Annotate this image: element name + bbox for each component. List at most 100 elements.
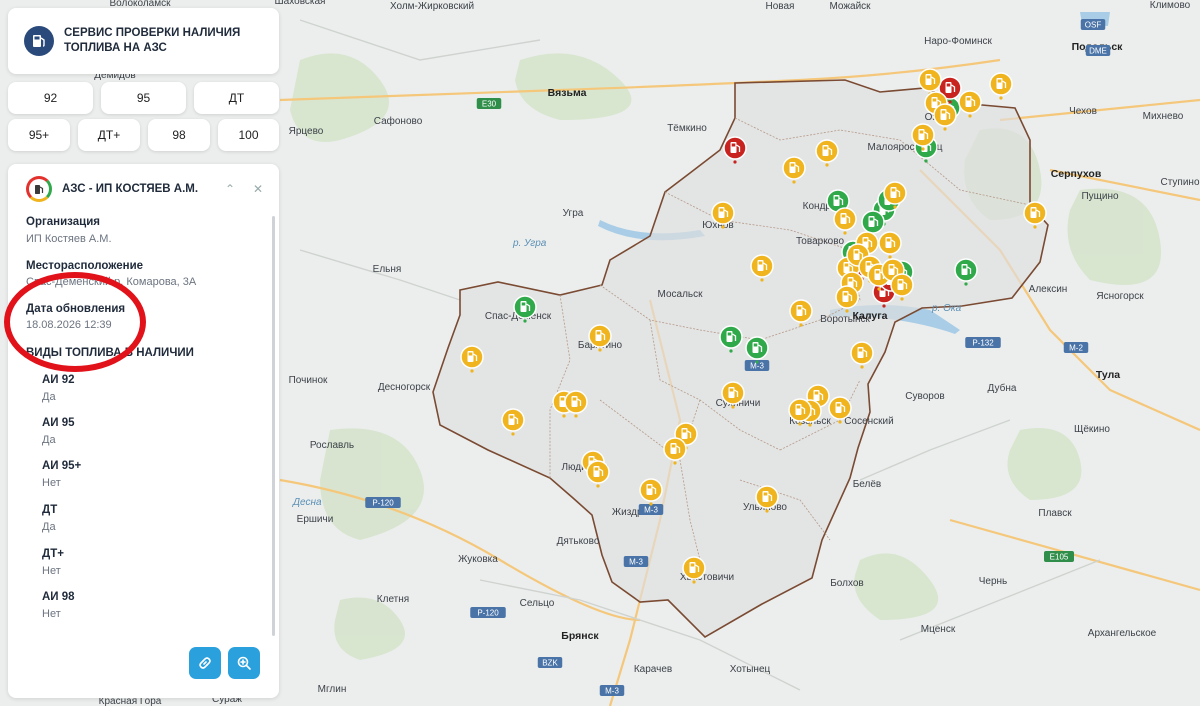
river-label: р. Угра (512, 238, 547, 249)
place-label: Вязьма (548, 87, 587, 99)
fuel-filter-98[interactable]: 98 (148, 119, 210, 151)
place-label: Болхов (830, 578, 864, 589)
fuel-status: Нет (42, 477, 61, 489)
place-label: Ершичи (297, 514, 334, 525)
place-label: Суворов (905, 391, 944, 402)
place-label: Можайск (829, 1, 871, 12)
road-shield: P-132 (965, 337, 1001, 348)
place-label: Клетня (377, 594, 409, 605)
zoom-to-station-button[interactable] (228, 647, 260, 679)
place-label: Чехов (1069, 106, 1097, 117)
station-logo-icon (26, 176, 52, 202)
fuel-filter-dtplus[interactable]: ДТ+ (78, 119, 140, 151)
svg-text:M-3: M-3 (629, 558, 643, 567)
place-label: Мосальск (658, 289, 704, 300)
river-label: р. Ока (931, 303, 962, 314)
fuel-name: ДТ+ (42, 548, 64, 560)
place-label: Угра (563, 208, 584, 219)
place-label: Ельня (373, 264, 402, 275)
road-shield: M-3 (623, 556, 649, 567)
fuel-name: АИ 95 (42, 417, 75, 429)
place-label: Наро-Фоминск (924, 36, 992, 47)
river-label: Десна (292, 497, 322, 508)
svg-text:OSF: OSF (1085, 21, 1102, 30)
place-label: Дубна (988, 382, 1017, 394)
svg-text:P-120: P-120 (372, 499, 394, 508)
org-value: ИП Костяев А.М. (26, 233, 112, 245)
station-name: АЗС - ИП КОСТЯЕВ А.М. (62, 183, 199, 195)
place-label: Ярцево (289, 126, 324, 137)
fuel-types-title: ВИДЫ ТОПЛИВА В НАЛИЧИИ (26, 347, 194, 359)
place-label: Мглин (318, 684, 347, 695)
link-icon (199, 657, 211, 669)
svg-text:P-120: P-120 (477, 609, 499, 618)
collapse-chevron-icon[interactable]: ⌃ (221, 182, 239, 196)
road-shield: M-2 (1063, 342, 1089, 353)
fuel-filter-92[interactable]: 92 (8, 82, 93, 114)
fuel-name: АИ 95+ (42, 460, 82, 472)
org-label: Организация (26, 216, 100, 228)
place-label: Карачев (634, 664, 672, 675)
fuel-filter-95plus[interactable]: 95+ (8, 119, 70, 151)
panel-scrollbar[interactable] (272, 216, 275, 636)
close-icon[interactable]: ✕ (249, 182, 267, 196)
place-label: Сельцо (520, 598, 555, 609)
fuel-status: Да (42, 521, 56, 533)
fuel-status: Нет (42, 608, 61, 620)
place-label: Алексин (1029, 284, 1068, 295)
zoom-in-icon (237, 656, 251, 670)
place-label: Щёкино (1074, 424, 1110, 435)
road-shield: DME (1085, 45, 1111, 56)
fuel-filter-100[interactable]: 100 (218, 119, 279, 151)
place-label: Брянск (561, 630, 599, 642)
fuel-name: ДТ (42, 504, 58, 516)
fuel-pump-logo-icon (24, 26, 54, 56)
place-label: Калуга (853, 310, 888, 322)
place-label: Хотынец (730, 664, 771, 675)
fuel-status: Нет (42, 565, 61, 577)
place-label: Шаховская (275, 0, 326, 7)
place-label: Дятьково (557, 536, 600, 547)
svg-text:E30: E30 (482, 100, 497, 109)
station-info-panel: АЗС - ИП КОСТЯЕВ А.М. ⌃ ✕ Организация ИП… (8, 164, 279, 698)
place-label: Десногорск (378, 382, 431, 393)
place-label: Плавск (1038, 508, 1072, 519)
share-link-button[interactable] (189, 647, 221, 679)
place-label: Жуковка (458, 554, 498, 565)
station-panel-header: АЗС - ИП КОСТЯЕВ А.М. ⌃ ✕ (8, 164, 279, 214)
location-value: Спас-Деменский р, Комарова, 3А (26, 276, 197, 288)
place-label: Михнево (1143, 111, 1184, 122)
place-label: Архангельское (1088, 628, 1157, 639)
road-shield: P-120 (365, 497, 401, 508)
svg-text:M-3: M-3 (605, 687, 619, 696)
location-label: Месторасположение (26, 260, 144, 272)
place-label: Ступино (1161, 177, 1200, 188)
fuel-filter-95[interactable]: 95 (101, 82, 186, 114)
road-shield: M-3 (599, 685, 625, 696)
svg-text:DME: DME (1089, 47, 1107, 56)
place-label: Тула (1096, 369, 1120, 381)
svg-text:P-132: P-132 (972, 339, 994, 348)
fuel-name: АИ 92 (42, 374, 75, 386)
road-shield: OSF (1080, 19, 1106, 30)
place-label: Мценск (921, 624, 956, 635)
place-label: Климово (1150, 0, 1191, 11)
update-date-label: Дата обновления (26, 303, 126, 315)
place-label: Белёв (853, 479, 882, 490)
fuel-name: АИ 98 (42, 591, 75, 603)
road-shield: BZK (537, 657, 563, 668)
update-date-value: 18.08.2026 12:39 (26, 319, 112, 331)
svg-text:M-3: M-3 (644, 506, 658, 515)
road-shield: E30 (476, 98, 502, 109)
road-shield: E105 (1044, 551, 1074, 562)
svg-text:M-2: M-2 (1069, 344, 1083, 353)
place-label: Холм-Жирковский (390, 1, 474, 12)
place-label: Новая (766, 1, 795, 12)
place-label: Серпухов (1051, 168, 1102, 180)
road-shield: M-3 (638, 504, 664, 515)
place-label: Починок (289, 375, 328, 386)
fuel-filter-dt[interactable]: ДТ (194, 82, 279, 114)
fuel-status: Да (42, 391, 56, 403)
place-label: Товарково (796, 236, 844, 247)
app-title: СЕРВИС ПРОВЕРКИ НАЛИЧИЯ ТОПЛИВА НА АЗС (64, 27, 241, 54)
